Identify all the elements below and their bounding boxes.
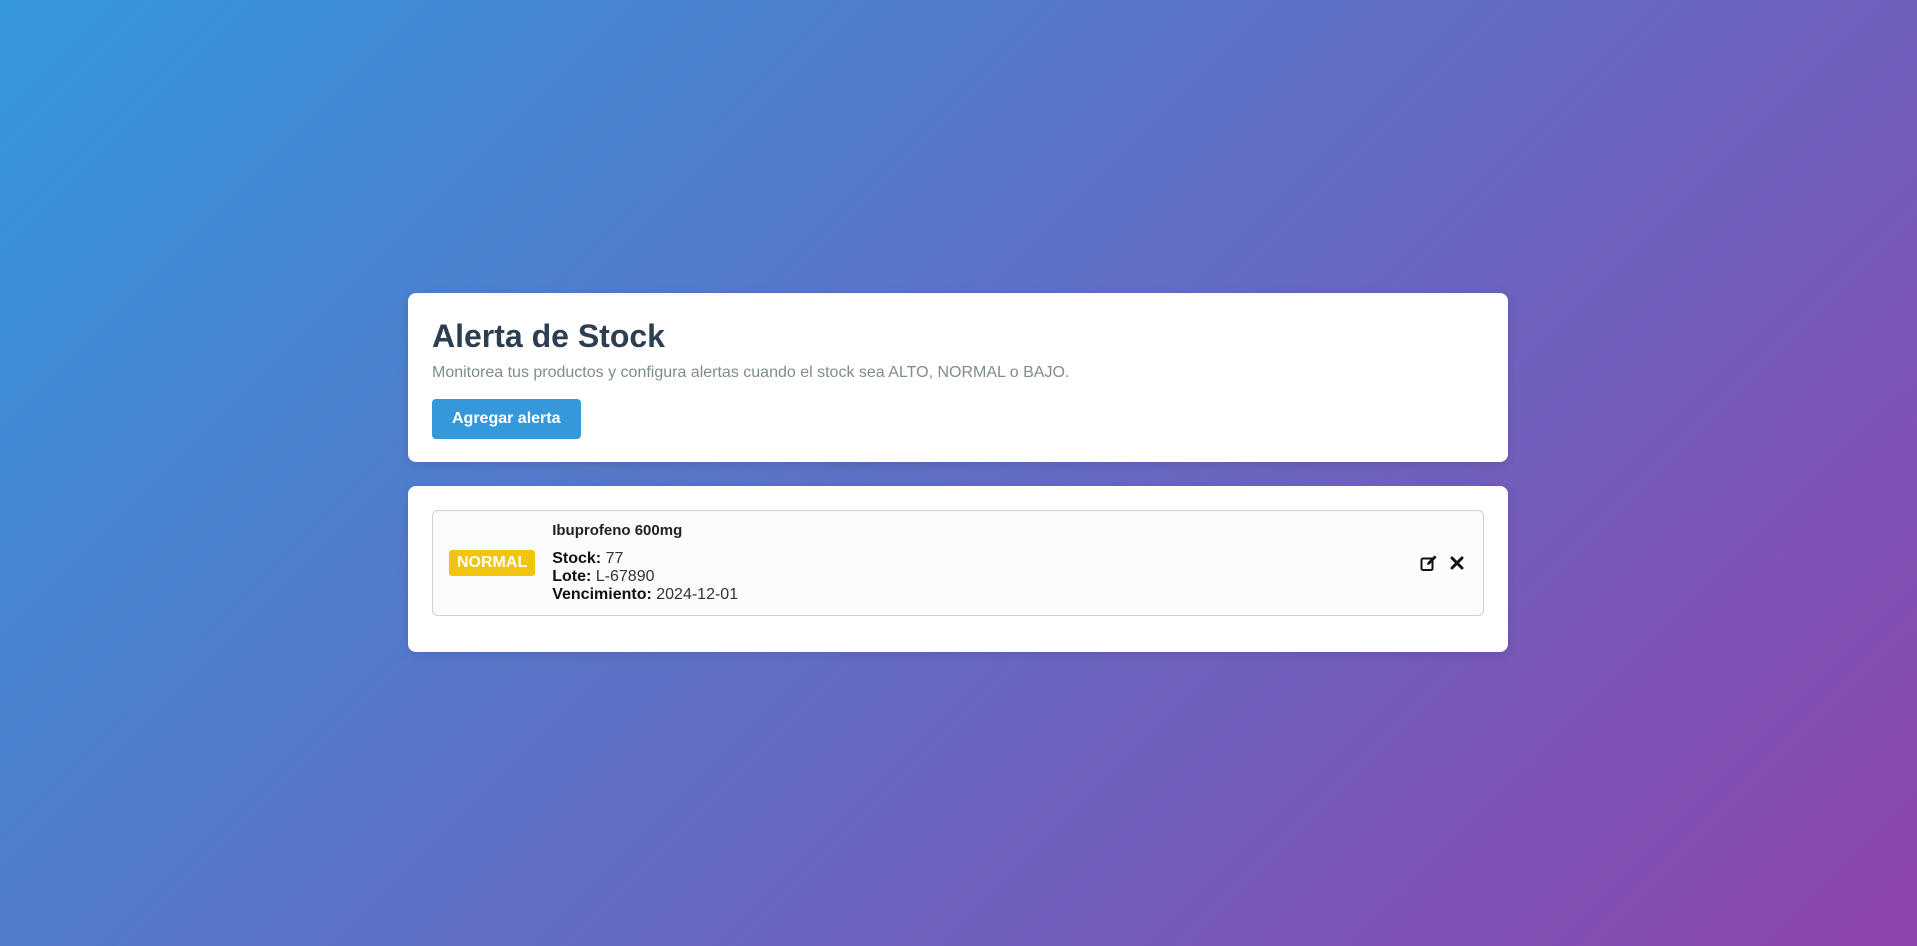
product-name: Ibuprofeno 600mg [552, 522, 683, 539]
status-badge: NORMAL [449, 550, 536, 576]
close-icon[interactable] [1447, 553, 1467, 573]
page-subtitle: Monitorea tus productos y configura aler… [432, 364, 1070, 381]
list-item: NORMAL Ibuprofeno 600mg Stock: 77 Lote: … [432, 510, 1484, 616]
lote-value: L-67890 [595, 568, 655, 585]
page-title: Alerta de Stock [432, 318, 665, 354]
add-alert-button[interactable]: Agregar alerta [432, 399, 581, 439]
stock-row: Stock: 77 [552, 550, 738, 568]
stock-value: 77 [605, 550, 624, 567]
alert-actions [1419, 553, 1467, 573]
vencimiento-row: Vencimiento: 2024-12-01 [552, 586, 738, 604]
stock-label: Stock: [552, 550, 602, 567]
lote-row: Lote: L-67890 [552, 568, 738, 586]
lote-label: Lote: [552, 568, 592, 585]
vencimiento-label: Vencimiento: [552, 586, 652, 603]
vencimiento-value: 2024-12-01 [656, 586, 739, 603]
header-card: Alerta de Stock Monitorea tus productos … [408, 293, 1508, 462]
alerts-list-card: NORMAL Ibuprofeno 600mg Stock: 77 Lote: … [408, 486, 1508, 652]
edit-icon[interactable] [1419, 553, 1439, 573]
alert-info: Ibuprofeno 600mg Stock: 77 Lote: L-67890… [552, 522, 738, 604]
